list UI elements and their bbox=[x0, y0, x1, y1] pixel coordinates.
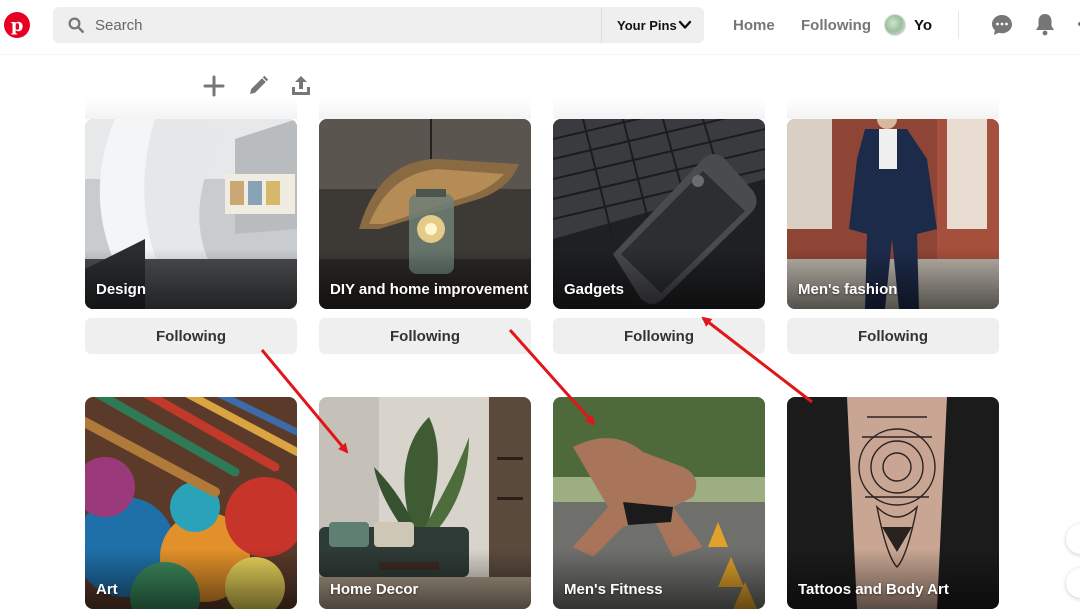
board-title: Design bbox=[96, 281, 147, 298]
board-header-fade bbox=[553, 98, 765, 119]
tile-gradient bbox=[787, 549, 999, 609]
following-button[interactable]: Following bbox=[85, 318, 297, 354]
board-title: DIY and home improvement bbox=[330, 281, 529, 298]
board-tile-mens-fashion[interactable]: Men's fashion bbox=[787, 119, 999, 309]
chevron-down-icon bbox=[678, 20, 692, 29]
search-scope-label: Your Pins bbox=[617, 17, 677, 33]
floating-help-button[interactable] bbox=[1066, 524, 1080, 554]
search-icon bbox=[68, 17, 84, 33]
plus-icon[interactable] bbox=[202, 74, 226, 98]
nav-home-link[interactable]: Home bbox=[733, 17, 775, 34]
avatar[interactable] bbox=[884, 14, 906, 36]
search-input[interactable] bbox=[95, 7, 635, 43]
board-tile-home-decor[interactable]: Home Decor bbox=[319, 397, 531, 609]
board-header-fade bbox=[787, 98, 999, 119]
nav-following-link[interactable]: Following bbox=[801, 17, 871, 34]
board-title: Art bbox=[96, 581, 118, 598]
tile-gradient bbox=[319, 249, 531, 309]
floating-action-button[interactable] bbox=[1066, 568, 1080, 598]
messages-icon[interactable] bbox=[990, 13, 1014, 37]
bell-icon[interactable] bbox=[1034, 12, 1056, 36]
board-title: Men's fashion bbox=[798, 281, 898, 298]
board-tile-design[interactable]: Design bbox=[85, 119, 297, 309]
pencil-icon[interactable] bbox=[246, 74, 270, 98]
tile-gradient bbox=[787, 249, 999, 309]
board-title: Tattoos and Body Art bbox=[798, 581, 949, 598]
following-button[interactable]: Following bbox=[787, 318, 999, 354]
board-title: Gadgets bbox=[564, 281, 625, 298]
board-header-fade bbox=[85, 98, 297, 119]
board-tile-diy[interactable]: DIY and home improvement bbox=[319, 119, 531, 309]
board-title: Men's Fitness bbox=[564, 581, 663, 598]
board-tile-tattoos[interactable]: Tattoos and Body Art bbox=[787, 397, 999, 609]
share-icon[interactable] bbox=[289, 74, 313, 98]
more-options-icon[interactable] bbox=[1072, 12, 1080, 36]
following-button[interactable]: Following bbox=[553, 318, 765, 354]
logo-letter: p bbox=[10, 14, 24, 36]
board-tile-gadgets[interactable]: Gadgets bbox=[553, 119, 765, 309]
search-scope-dropdown[interactable]: Your Pins bbox=[601, 7, 704, 43]
tile-gradient bbox=[85, 249, 297, 309]
tile-gradient bbox=[319, 549, 531, 609]
board-title: Home Decor bbox=[330, 581, 419, 598]
board-tile-art[interactable]: Art bbox=[85, 397, 297, 609]
tile-gradient bbox=[553, 249, 765, 309]
tile-gradient bbox=[85, 549, 297, 609]
header-divider bbox=[958, 11, 959, 39]
pinterest-logo-icon[interactable]: p bbox=[4, 12, 30, 38]
profile-name-link[interactable]: Yo bbox=[914, 17, 932, 34]
tile-gradient bbox=[553, 549, 765, 609]
top-nav-bar: p Your Pins Home Following Yo bbox=[0, 0, 1080, 54]
board-header-fade bbox=[319, 98, 531, 119]
following-button[interactable]: Following bbox=[319, 318, 531, 354]
search-bar[interactable]: Your Pins bbox=[53, 7, 704, 43]
board-tile-mens-fitness[interactable]: Men's Fitness bbox=[553, 397, 765, 609]
